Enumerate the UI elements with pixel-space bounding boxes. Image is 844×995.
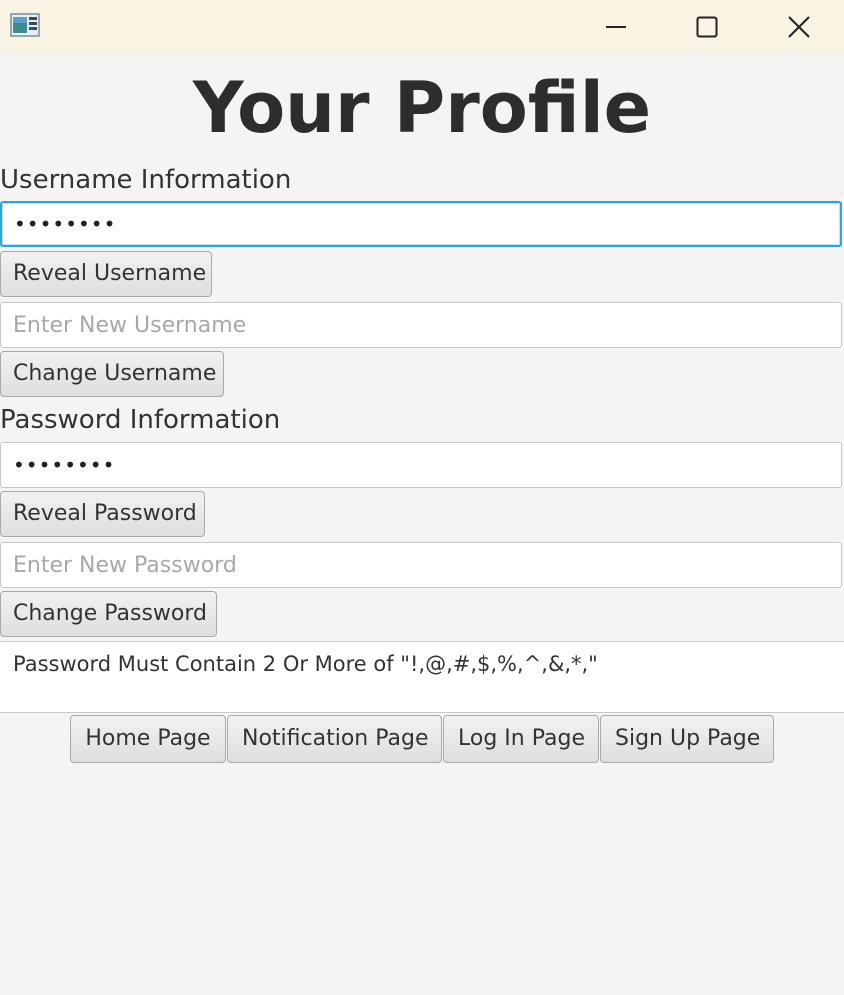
current-password-field[interactable]: [0, 442, 842, 488]
change-username-button[interactable]: Change Username: [0, 351, 224, 397]
page-title: Your Profile: [192, 67, 652, 149]
username-section-label: Username Information: [0, 165, 292, 195]
maximize-button[interactable]: [661, 0, 753, 53]
reveal-username-button[interactable]: Reveal Username: [0, 251, 212, 297]
close-button[interactable]: [753, 0, 844, 53]
new-password-input[interactable]: [0, 542, 842, 588]
maximize-icon: [696, 16, 718, 38]
minimize-button[interactable]: [570, 0, 662, 53]
reveal-password-button[interactable]: Reveal Password: [0, 491, 205, 537]
new-username-input[interactable]: [0, 302, 842, 348]
change-password-button[interactable]: Change Password: [0, 591, 217, 637]
minimize-icon: [605, 16, 627, 38]
home-page-button[interactable]: Home Page: [70, 715, 226, 763]
log-in-page-button[interactable]: Log In Page: [443, 715, 599, 763]
app-window-icon: [10, 13, 40, 37]
window-titlebar: [0, 0, 844, 53]
notification-page-button[interactable]: Notification Page: [227, 715, 442, 763]
sign-up-page-button[interactable]: Sign Up Page: [600, 715, 774, 763]
close-icon: [788, 15, 810, 38]
current-username-field[interactable]: [0, 201, 842, 247]
password-section-label: Password Information: [0, 405, 281, 435]
password-requirement-note: Password Must Contain 2 Or More of "!,@,…: [0, 641, 844, 713]
